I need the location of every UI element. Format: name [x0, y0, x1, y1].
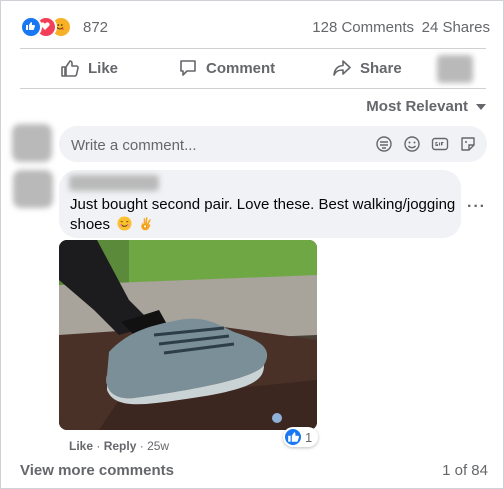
comment-body: Just bought second pair. Love these. Bes…: [70, 195, 460, 235]
blurred-profile-avatar[interactable]: [437, 55, 473, 83]
share-button[interactable]: Share: [332, 52, 402, 84]
shares-count-link[interactable]: 24 Shares: [422, 19, 490, 36]
comment-reply-link[interactable]: Reply: [104, 439, 137, 453]
caret-down-icon: [476, 103, 486, 110]
thumbs-up-icon: [61, 60, 79, 77]
comment-button[interactable]: Comment: [178, 52, 275, 84]
comment-button-label: Comment: [206, 59, 276, 77]
comment-sort-dropdown[interactable]: Most Relevant: [366, 98, 486, 115]
like-button[interactable]: Like: [60, 52, 118, 84]
post-action-bar: Like Comment Share: [20, 52, 490, 84]
smiling-face-emoji: [117, 216, 132, 231]
commenter-avatar[interactable]: [13, 170, 53, 208]
comment-composer: [59, 126, 487, 164]
share-arrow-icon: [333, 60, 351, 76]
view-more-comments-link[interactable]: View more comments: [20, 462, 174, 479]
reaction-icons[interactable]: [20, 16, 80, 38]
sticker-icon[interactable]: [375, 135, 393, 153]
like-button-label: Like: [88, 59, 119, 77]
comment-meta: Like · Reply · 25w: [69, 439, 169, 453]
comments-count-link[interactable]: 128 Comments: [312, 19, 414, 36]
comment-like-badge[interactable]: 1: [283, 427, 319, 447]
comment-pagination: 1 of 84: [442, 462, 488, 479]
comment-timestamp[interactable]: 25w: [147, 439, 169, 453]
shoe-photo-illustration: [59, 240, 317, 430]
separator: ·: [96, 439, 101, 453]
more-options-button[interactable]: ···: [467, 198, 486, 216]
separator: ·: [139, 439, 144, 453]
comment-icon: [180, 60, 196, 76]
sort-label: Most Relevant: [366, 98, 468, 115]
reaction-count[interactable]: 872: [83, 19, 108, 36]
divider: [20, 48, 486, 49]
like-icon: [285, 429, 301, 445]
comment-like-count: 1: [305, 429, 313, 445]
share-button-label: Share: [360, 59, 402, 77]
gif-icon[interactable]: [431, 135, 449, 153]
commenter-name[interactable]: [69, 175, 159, 191]
current-user-avatar[interactable]: [12, 124, 52, 162]
emoji-icon[interactable]: [403, 135, 421, 153]
divider: [20, 88, 486, 89]
like-icon: [20, 16, 42, 38]
comment-photo[interactable]: [59, 240, 317, 430]
photo-sticker-icon[interactable]: [459, 135, 477, 153]
reaction-stats-row: 872 128 Comments 24 Shares: [20, 14, 490, 42]
comment-input[interactable]: [69, 126, 363, 164]
comment-like-link[interactable]: Like: [69, 439, 93, 453]
comment-bubble: Just bought second pair. Love these. Bes…: [59, 170, 461, 238]
ok-hand-emoji: [141, 217, 152, 231]
